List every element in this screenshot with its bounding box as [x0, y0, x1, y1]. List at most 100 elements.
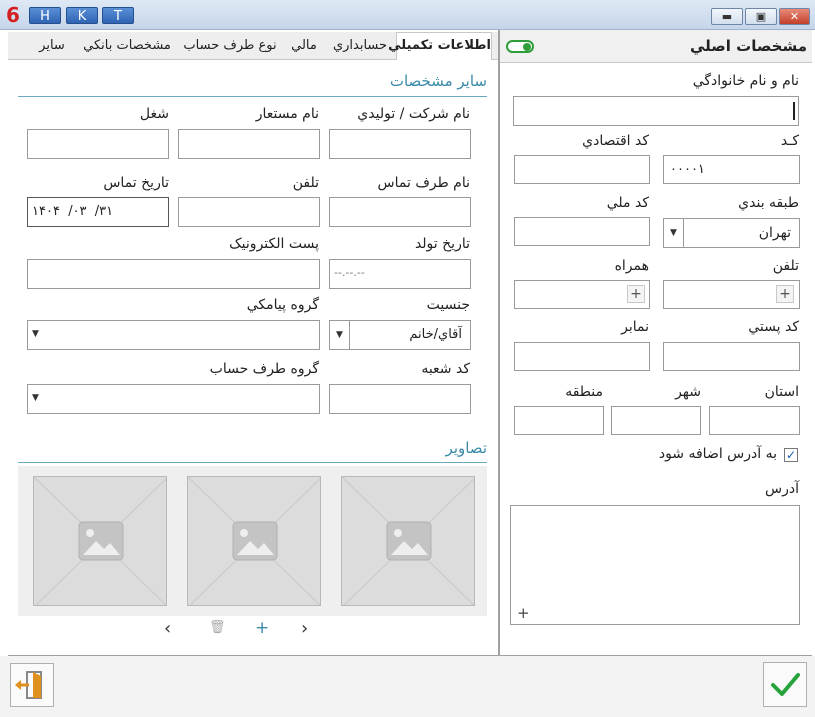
- images-section-title: تصاوير: [445, 439, 487, 457]
- title-bar: 6 H K T ▬ ▣ ✕: [0, 0, 815, 30]
- category-value: تهران: [758, 225, 791, 241]
- exit-button[interactable]: [10, 663, 54, 707]
- birth-date-label: تاريخ تولد: [414, 236, 470, 252]
- confirm-button[interactable]: [763, 662, 807, 707]
- add-to-address-checkbox[interactable]: ✓: [784, 448, 798, 462]
- phone-label: تلفن: [772, 258, 799, 274]
- images-divider: [18, 462, 487, 463]
- toggle-switch[interactable]: [506, 40, 534, 53]
- image-placeholder-icon: [188, 477, 320, 605]
- contact-phone-label: تلفن: [292, 175, 319, 191]
- toggle-knob: [523, 43, 531, 51]
- contact-date-label: تاريخ تماس: [103, 175, 169, 191]
- shortcut-k-button[interactable]: K: [66, 7, 98, 24]
- gender-select[interactable]: ▼ آقاي/خانم: [329, 320, 471, 350]
- panel-divider: [498, 30, 500, 656]
- fax-label: نمابر: [621, 319, 649, 335]
- company-input[interactable]: [329, 129, 471, 159]
- tab-extra-info[interactable]: اطلاعات تکميلي: [388, 32, 492, 60]
- add-image-icon[interactable]: +: [255, 618, 269, 638]
- gender-value: آقاي/خانم: [409, 327, 462, 342]
- chevron-down-icon[interactable]: ▼: [32, 329, 39, 339]
- city-input[interactable]: [611, 406, 701, 435]
- postal-code-label: کد پستي: [748, 319, 799, 335]
- contact-name-label: نام طرف تماس: [377, 175, 470, 191]
- delete-image-icon[interactable]: 🗑: [209, 620, 226, 635]
- account-group-select[interactable]: ▼: [27, 384, 320, 414]
- footer-bar: [0, 656, 815, 717]
- other-info-section-title: ساير مشخصات: [389, 72, 487, 90]
- check-icon: [771, 673, 800, 696]
- text-cursor: [793, 102, 795, 120]
- job-label: شغل: [139, 106, 169, 122]
- category-label: طبقه بندي: [738, 195, 799, 211]
- image-nav-bar: [18, 616, 487, 642]
- add-to-address-label: به آدرس اضافه شود: [658, 446, 777, 462]
- other-info-divider: [18, 96, 487, 97]
- birth-date-value: --.--.--: [334, 266, 365, 279]
- next-image-icon[interactable]: ›: [301, 618, 308, 639]
- add-mobile-button[interactable]: +: [627, 285, 645, 303]
- image-placeholder-icon: [34, 477, 166, 605]
- contact-name-input[interactable]: [329, 197, 471, 227]
- province-input[interactable]: [709, 406, 800, 435]
- region-input[interactable]: [514, 406, 604, 435]
- national-code-input[interactable]: [514, 217, 650, 246]
- sms-group-label: گروه پيامکي: [246, 297, 319, 313]
- image-slot-3[interactable]: [33, 476, 167, 606]
- sms-group-select[interactable]: ▼: [27, 320, 320, 350]
- fax-input[interactable]: [514, 342, 650, 371]
- main-info-title: مشخصات اصلي: [689, 37, 807, 55]
- tab-accounting[interactable]: حسابداري: [328, 34, 392, 60]
- postal-code-input[interactable]: [663, 342, 800, 371]
- contact-phone-input[interactable]: [178, 197, 320, 227]
- email-input[interactable]: [27, 259, 320, 289]
- economic-code-label: کد اقتصادي: [582, 133, 649, 149]
- address-label: آدرس: [765, 481, 799, 497]
- national-code-label: کد ملي: [606, 195, 649, 211]
- alias-label: نام مستعار: [255, 106, 319, 122]
- branch-code-label: کد شعبه: [421, 361, 470, 377]
- birth-date-input[interactable]: --.--.--: [329, 259, 471, 289]
- image-slot-1[interactable]: [341, 476, 475, 606]
- minimize-button[interactable]: ▬: [711, 8, 743, 25]
- mobile-input[interactable]: +: [514, 280, 650, 309]
- phone-input[interactable]: +: [663, 280, 800, 309]
- alias-input[interactable]: [178, 129, 320, 159]
- region-label: منطقه: [565, 384, 603, 400]
- province-label: استان: [764, 384, 799, 400]
- image-placeholder-icon: [342, 477, 474, 605]
- email-label: پست الکترونيک: [229, 236, 319, 252]
- restore-button[interactable]: ▣: [745, 8, 777, 25]
- job-input[interactable]: [27, 129, 169, 159]
- account-group-label: گروه طرف حساب: [209, 361, 319, 377]
- image-slot-2[interactable]: [187, 476, 321, 606]
- tab-other[interactable]: ساير: [32, 34, 72, 60]
- company-label: نام شرکت / توليدي: [357, 106, 470, 122]
- contact-date-value: ۱۴۰۴ /۰۳ /۳۱: [32, 204, 114, 219]
- chevron-down-icon[interactable]: ▼: [330, 321, 350, 349]
- prev-image-icon[interactable]: ‹: [164, 618, 171, 639]
- shortcut-h-button[interactable]: H: [29, 7, 61, 24]
- economic-code-input[interactable]: [514, 155, 650, 184]
- tab-account-type[interactable]: نوع طرف حساب: [180, 34, 280, 60]
- code-label: کـد: [780, 133, 799, 149]
- shortcut-t-button[interactable]: T: [102, 7, 134, 24]
- full-name-label: نام و نام خانوادگي: [692, 73, 799, 89]
- close-button[interactable]: ✕: [779, 8, 810, 25]
- code-input[interactable]: ۰۰۰۰۱: [663, 155, 800, 184]
- add-address-icon[interactable]: +: [517, 604, 530, 622]
- contact-date-input[interactable]: ۱۴۰۴ /۰۳ /۳۱: [27, 197, 169, 227]
- tab-bank-info[interactable]: مشخصات بانکي: [78, 34, 176, 60]
- chevron-down-icon[interactable]: ▼: [32, 393, 39, 403]
- full-name-input[interactable]: [513, 96, 799, 126]
- app-logo: 6: [6, 3, 20, 27]
- add-phone-button[interactable]: +: [776, 285, 794, 303]
- branch-code-input[interactable]: [329, 384, 471, 414]
- address-textarea[interactable]: +: [510, 505, 800, 625]
- mobile-label: همراه: [614, 258, 649, 274]
- category-select[interactable]: ▼ تهران: [663, 218, 800, 248]
- gender-label: جنسيت: [426, 297, 470, 313]
- chevron-down-icon[interactable]: ▼: [664, 219, 684, 247]
- tab-financial[interactable]: مالي: [284, 34, 324, 60]
